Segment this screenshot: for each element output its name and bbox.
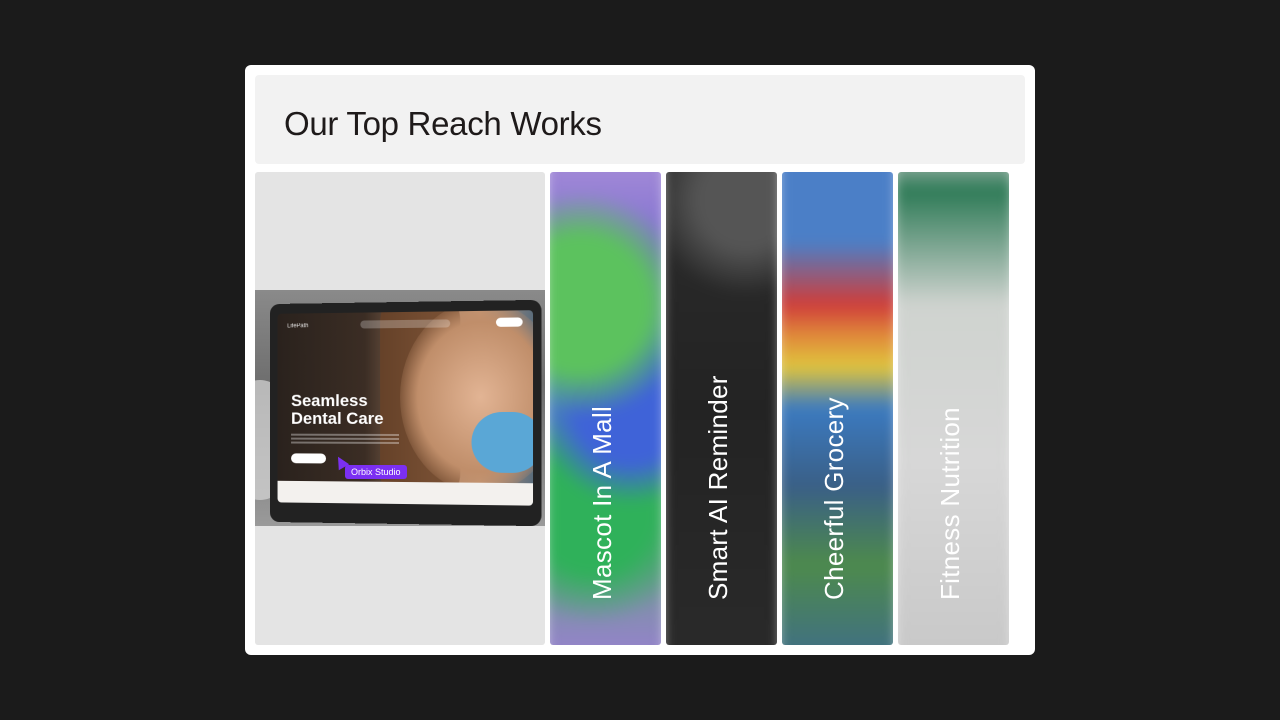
project-panel-fitness[interactable]: Fitness Nutrition [898, 172, 1009, 645]
project-label: Mascot In A Mall [586, 405, 617, 600]
mockup-brand: LifePath [287, 323, 309, 330]
project-panel-ai-reminder[interactable]: Smart AI Reminder [666, 172, 777, 645]
project-label: Cheerful Grocery [818, 397, 849, 600]
mockup-top-button [495, 317, 523, 327]
mockup-nav [360, 319, 451, 329]
featured-project-image: LifePath Seamless Dental Care Orbix Stud… [255, 290, 545, 526]
mockup-cta-button [291, 453, 327, 464]
project-label: Smart AI Reminder [702, 375, 733, 600]
section-header: Our Top Reach Works [255, 75, 1025, 164]
project-panel-grocery[interactable]: Cheerful Grocery [782, 172, 893, 645]
project-panel-mascot[interactable]: Mascot In A Mall [550, 172, 661, 645]
studio-tag: Orbix Studio [345, 465, 407, 479]
works-card: Our Top Reach Works LifePath Seamless De… [245, 65, 1035, 655]
laptop-mockup: LifePath Seamless Dental Care [269, 299, 542, 526]
project-label: Fitness Nutrition [934, 407, 965, 600]
project-panel-featured[interactable]: LifePath Seamless Dental Care Orbix Stud… [255, 172, 545, 645]
mockup-headline: Seamless Dental Care [291, 391, 384, 428]
section-title: Our Top Reach Works [284, 105, 602, 142]
